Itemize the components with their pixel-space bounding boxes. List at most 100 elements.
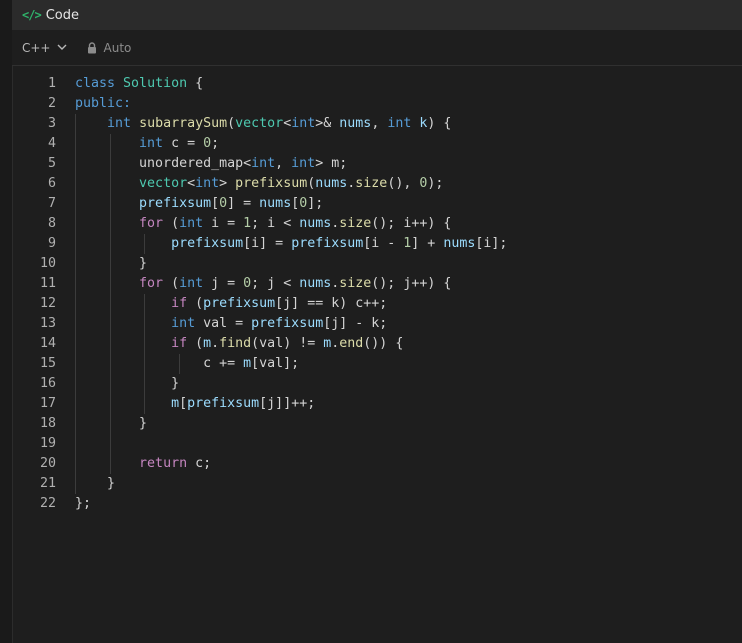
code-token: , xyxy=(275,156,292,171)
line-number: 14 xyxy=(39,336,56,351)
code-line[interactable]: 22}; xyxy=(12,494,742,514)
code-token: nums xyxy=(299,276,332,291)
code-line[interactable]: 4 int c = 0; xyxy=(12,134,742,154)
line-number: 2 xyxy=(47,96,56,111)
line-number: 12 xyxy=(39,296,56,311)
code-token: ( xyxy=(187,296,204,311)
code-token: prefixsum xyxy=(291,236,364,251)
code-text: for (int j = 0; j < nums.size(); j++) { xyxy=(75,274,451,294)
line-number: 13 xyxy=(39,316,56,331)
code-line[interactable]: 8 for (int i = 1; i < nums.size(); i++) … xyxy=(12,214,742,234)
code-token: ( xyxy=(187,336,204,351)
code-text: } xyxy=(75,374,179,394)
auto-mode-toggle[interactable]: Auto xyxy=(87,41,131,55)
code-token: int xyxy=(179,276,204,291)
code-token: nums xyxy=(259,196,292,211)
code-line[interactable]: 15 c += m[val]; xyxy=(12,354,742,374)
chevron-down-icon xyxy=(57,44,67,51)
code-token: 0 xyxy=(243,276,252,291)
code-token: nums xyxy=(299,216,332,231)
code-token: Solution xyxy=(123,76,188,91)
code-text: int subarraySum(vector<int>& nums, int k… xyxy=(75,114,451,134)
code-line[interactable]: 10 } xyxy=(12,254,742,274)
line-number: 15 xyxy=(39,356,56,371)
code-line[interactable]: 21 } xyxy=(12,474,742,494)
code-token: 1 xyxy=(243,216,252,231)
code-token: c += xyxy=(75,356,244,371)
line-number: 22 xyxy=(39,496,56,511)
code-token: m xyxy=(243,356,252,371)
code-text: } xyxy=(75,254,147,274)
code-token: c = xyxy=(163,136,204,151)
code-token: int xyxy=(291,156,316,171)
language-label: C++ xyxy=(22,40,51,55)
code-token: int xyxy=(251,156,276,171)
code-line[interactable]: 1 class Solution { xyxy=(12,74,742,94)
code-token: ] = xyxy=(227,196,260,211)
code-token: [ xyxy=(179,396,188,411)
line-number: 7 xyxy=(47,196,56,211)
code-token: (), xyxy=(387,176,420,191)
code-token: nums xyxy=(339,116,372,131)
code-icon: </> xyxy=(22,8,42,22)
code-line[interactable]: 16 } xyxy=(12,374,742,394)
line-number: 10 xyxy=(39,256,56,271)
code-token: vector xyxy=(235,116,284,131)
code-token: [i - xyxy=(363,236,404,251)
code-token: ); xyxy=(427,176,444,191)
code-line[interactable]: 5 unordered_map<int, int> m; xyxy=(12,154,742,174)
code-text: return c; xyxy=(75,454,211,474)
code-token: prefixsum xyxy=(187,396,260,411)
code-token: (); j++) { xyxy=(371,276,452,291)
code-token: prefixsum xyxy=(139,196,212,211)
code-token: > m; xyxy=(315,156,348,171)
code-token: } xyxy=(75,476,116,491)
code-text: public: xyxy=(75,94,131,114)
code-line[interactable]: 11 for (int j = 0; j < nums.size(); j++)… xyxy=(12,274,742,294)
code-token: int xyxy=(179,216,204,231)
code-token: < xyxy=(187,176,196,191)
code-line[interactable]: 7 prefixsum[0] = nums[0]; xyxy=(12,194,742,214)
code-token: [ xyxy=(211,196,220,211)
code-token: end xyxy=(339,336,364,351)
code-editor[interactable]: 1 class Solution {2 public: 3 int subarrayS… xyxy=(12,74,742,643)
code-line[interactable]: 13 int val = prefixsum[j] - k; xyxy=(12,314,742,334)
code-token: prefixsum xyxy=(203,296,276,311)
code-token: int xyxy=(195,176,220,191)
code-text: } xyxy=(75,474,115,494)
code-line[interactable]: 3 int subarraySum(vector<int>& nums, int… xyxy=(12,114,742,134)
line-number: 11 xyxy=(39,276,56,291)
code-token: ] + xyxy=(411,236,444,251)
line-number: 3 xyxy=(47,116,56,131)
code-text: if (prefixsum[j] == k) c++; xyxy=(75,294,387,314)
code-token: prefixsum xyxy=(251,316,324,331)
code-line[interactable]: 17 m[prefixsum[j]]++; xyxy=(12,394,742,414)
code-text: class Solution { xyxy=(75,74,203,94)
code-token: ()) { xyxy=(363,336,404,351)
line-number: 6 xyxy=(47,176,56,191)
code-text: prefixsum[i] = prefixsum[i - 1] + nums[i… xyxy=(75,234,507,254)
language-select[interactable]: C++ xyxy=(22,41,67,55)
code-line[interactable]: 19 xyxy=(12,434,742,454)
code-line[interactable]: 20 return c; xyxy=(12,454,742,474)
line-number: 16 xyxy=(39,376,56,391)
code-line[interactable]: 6 vector<int> prefixsum(nums.size(), 0); xyxy=(12,174,742,194)
code-token: int xyxy=(139,136,164,151)
line-number: 4 xyxy=(47,136,56,151)
code-token: 0 xyxy=(203,136,212,151)
code-line[interactable]: 2 public: xyxy=(12,94,742,114)
code-token: if xyxy=(171,336,188,351)
line-number: 8 xyxy=(47,216,56,231)
code-token: size xyxy=(339,276,372,291)
code-token: ]; xyxy=(307,196,324,211)
code-line[interactable]: 9 prefixsum[i] = prefixsum[i - 1] + nums… xyxy=(12,234,742,254)
code-line[interactable]: 12 if (prefixsum[j] == k) c++; xyxy=(12,294,742,314)
code-text: int val = prefixsum[j] - k; xyxy=(75,314,387,334)
code-token: ; xyxy=(211,136,220,151)
code-line[interactable]: 18 } xyxy=(12,414,742,434)
code-line[interactable]: 14 if (m.find(val) != m.end()) { xyxy=(12,334,742,354)
